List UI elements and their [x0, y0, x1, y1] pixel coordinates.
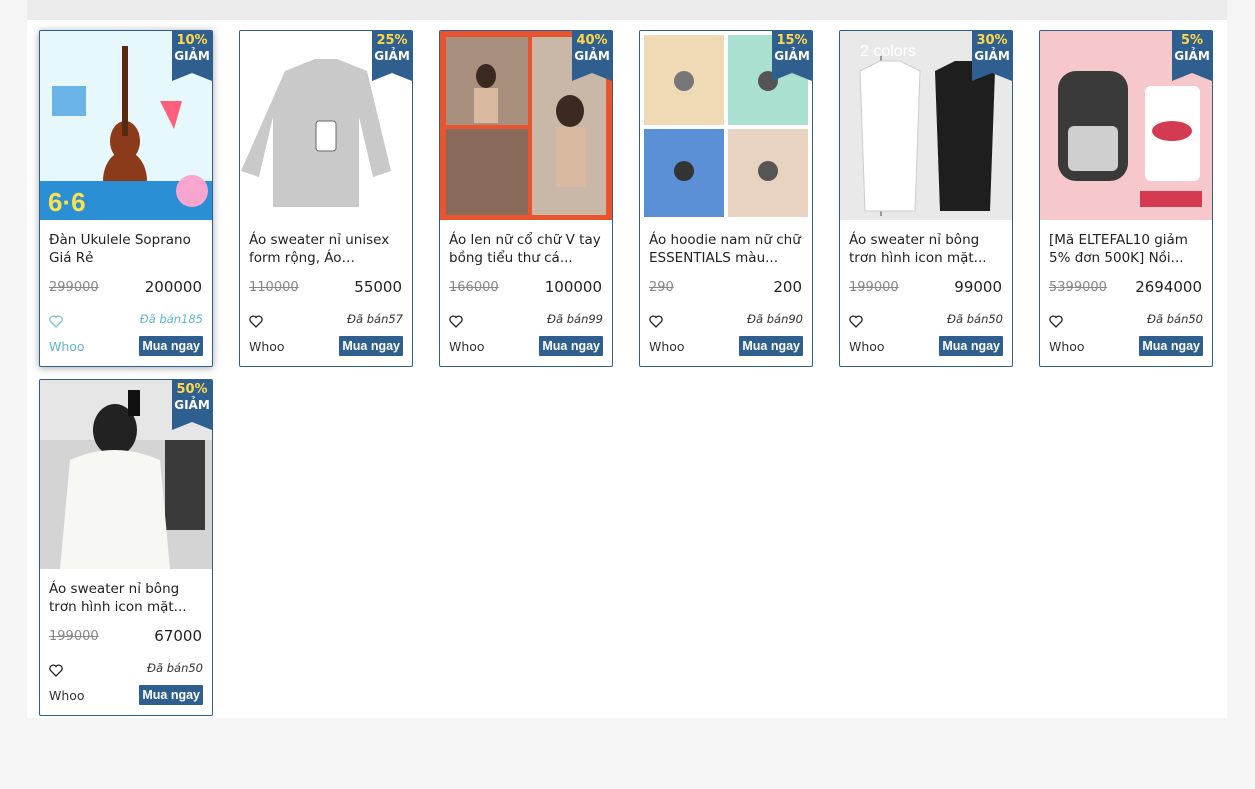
product-card[interactable]: 25% GIẢM Áo sweater nỉ unisex form rộng,… — [239, 30, 413, 367]
product-card[interactable]: 2 colors 30% GIẢM Áo sweater nỉ bông trơ… — [839, 30, 1013, 367]
svg-text:6·6: 6·6 — [48, 187, 86, 217]
sale-price: 55000 — [354, 278, 402, 296]
buy-now-button[interactable]: Mua ngay — [139, 336, 203, 356]
shop-name[interactable]: Whoo — [449, 339, 485, 354]
discount-percent: 15% — [776, 33, 808, 48]
discount-badge: 15% GIẢM — [772, 31, 812, 81]
buy-now-button[interactable]: Mua ngay — [1139, 336, 1203, 356]
sale-price: 100000 — [544, 278, 602, 296]
original-price: 199000 — [49, 629, 99, 644]
sale-price: 67000 — [154, 627, 202, 645]
heart-icon[interactable] — [49, 315, 63, 328]
discount-label: GIẢM — [1174, 49, 1210, 63]
heart-icon[interactable] — [449, 315, 463, 328]
sold-count: Đã bán90 — [747, 312, 803, 326]
shop-name[interactable]: Whoo — [49, 688, 85, 703]
discount-badge: 40% GIẢM — [572, 31, 612, 81]
discount-badge: 50% GIẢM — [172, 380, 212, 430]
buy-now-button[interactable]: Mua ngay — [339, 336, 403, 356]
shop-name[interactable]: Whoo — [49, 339, 85, 354]
product-card[interactable]: 5% GIẢM [Mã ELTEFAL10 giảm 5% đơn 500K] … — [1039, 30, 1213, 367]
sold-count: Đã bán99 — [547, 312, 603, 326]
discount-badge: 5% GIẢM — [1172, 31, 1212, 81]
top-strip — [27, 0, 1227, 20]
buy-now-button[interactable]: Mua ngay — [139, 685, 203, 705]
discount-percent: 5% — [1180, 33, 1204, 48]
sale-price: 200 — [773, 278, 802, 296]
sold-count: Đã bán57 — [347, 312, 403, 326]
shop-name[interactable]: Whoo — [649, 339, 685, 354]
heart-icon[interactable] — [249, 315, 263, 328]
discount-percent: 10% — [176, 33, 208, 48]
shop-name[interactable]: Whoo — [849, 339, 885, 354]
discount-label: GIẢM — [174, 49, 210, 63]
product-title[interactable]: Áo hoodie nam nữ chữ ESSENTIALS màu... — [649, 231, 805, 267]
product-title[interactable]: Áo sweater nỉ bông trơn hình icon mặt... — [49, 580, 205, 616]
heart-icon[interactable] — [649, 315, 663, 328]
product-title[interactable]: Đàn Ukulele Soprano Giá Rẻ — [49, 231, 205, 267]
sale-price: 2694000 — [1135, 278, 1202, 296]
heart-icon[interactable] — [49, 664, 63, 677]
discount-percent: 25% — [376, 33, 408, 48]
original-price: 290 — [649, 280, 674, 295]
buy-now-button[interactable]: Mua ngay — [539, 336, 603, 356]
buy-now-button[interactable]: Mua ngay — [939, 336, 1003, 356]
heart-icon[interactable] — [849, 315, 863, 328]
product-card[interactable]: 15% GIẢM Áo hoodie nam nữ chữ ESSENTIALS… — [639, 30, 813, 367]
sold-count: Đã bán50 — [1147, 312, 1203, 326]
product-title[interactable]: Áo len nữ cổ chữ V tay bồng tiểu thư cá.… — [449, 231, 605, 267]
discount-percent: 40% — [576, 33, 608, 48]
product-card[interactable]: 40% GIẢM Áo len nữ cổ chữ V tay bồng tiể… — [439, 30, 613, 367]
product-card[interactable]: 6·6 10% GIẢM Đàn Ukulele Soprano Giá Rẻ … — [39, 30, 213, 367]
sale-price: 200000 — [144, 278, 202, 296]
original-price: 5399000 — [1049, 280, 1107, 295]
sale-price: 99000 — [954, 278, 1002, 296]
shop-name[interactable]: Whoo — [1049, 339, 1085, 354]
discount-percent: 50% — [176, 382, 208, 397]
original-price: 166000 — [449, 280, 499, 295]
discount-percent: 30% — [976, 33, 1008, 48]
original-price: 199000 — [849, 280, 899, 295]
discount-label: GIẢM — [174, 398, 210, 412]
buy-now-button[interactable]: Mua ngay — [739, 336, 803, 356]
discount-badge: 30% GIẢM — [972, 31, 1012, 81]
discount-label: GIẢM — [974, 49, 1010, 63]
sold-count: Đã bán185 — [139, 312, 203, 326]
discount-label: GIẢM — [574, 49, 610, 63]
product-title[interactable]: Áo sweater nỉ bông trơn hình icon mặt... — [849, 231, 1005, 267]
sold-count: Đã bán50 — [147, 661, 203, 675]
original-price: 110000 — [249, 280, 299, 295]
product-title[interactable]: Áo sweater nỉ unisex form rộng, Áo Hoodi… — [249, 231, 405, 267]
product-title[interactable]: [Mã ELTEFAL10 giảm 5% đơn 500K] Nồi... — [1049, 231, 1205, 267]
product-card[interactable]: 50% GIẢM Áo sweater nỉ bông trơn hình ic… — [39, 379, 213, 716]
heart-icon[interactable] — [1049, 315, 1063, 328]
shop-name[interactable]: Whoo — [249, 339, 285, 354]
discount-label: GIẢM — [774, 49, 810, 63]
svg-text:2 colors: 2 colors — [860, 43, 916, 60]
sold-count: Đã bán50 — [947, 312, 1003, 326]
discount-badge: 10% GIẢM — [172, 31, 212, 81]
discount-badge: 25% GIẢM — [372, 31, 412, 81]
discount-label: GIẢM — [374, 49, 410, 63]
original-price: 299000 — [49, 280, 99, 295]
